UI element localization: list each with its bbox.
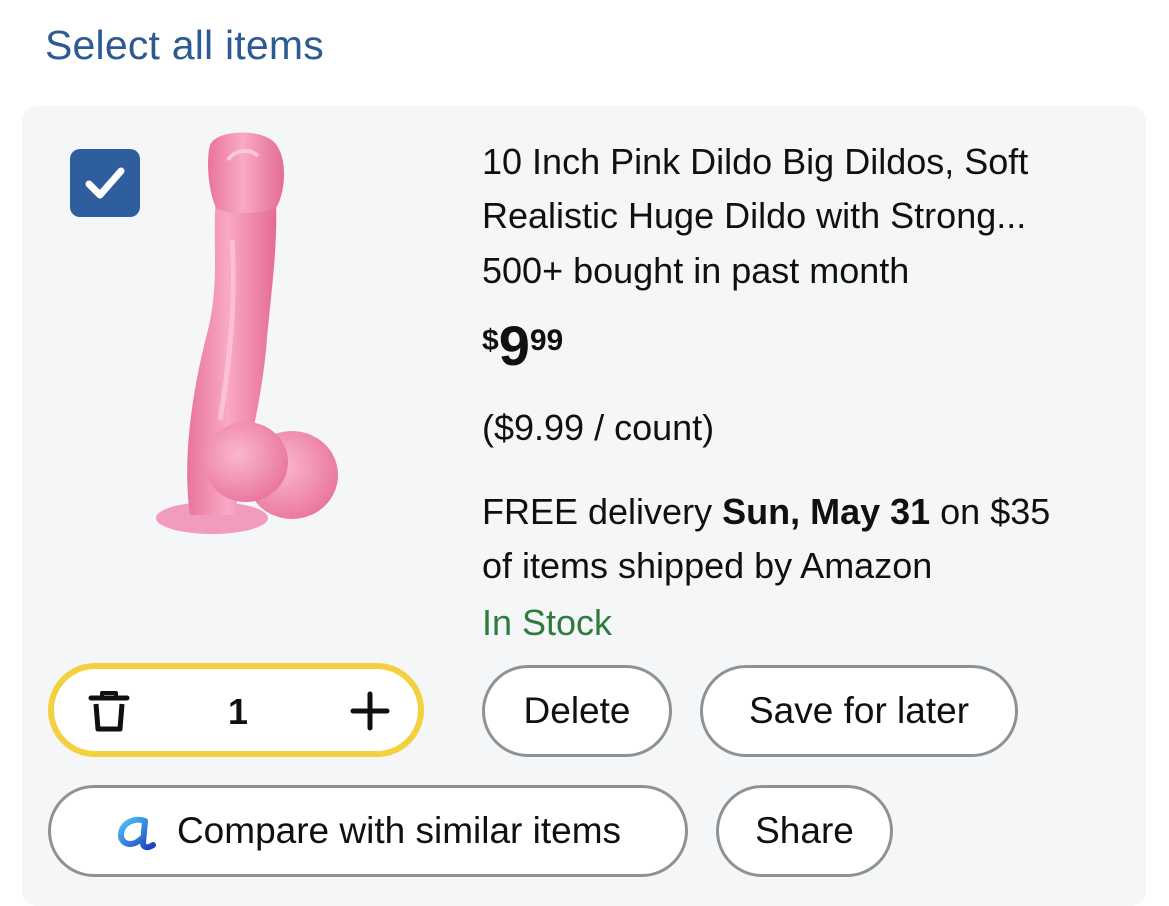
select-all-link[interactable]: Select all items: [45, 22, 324, 69]
delivery-prefix: FREE delivery: [482, 491, 723, 532]
delivery-info: FREE delivery Sun, May 31 on $35 of item…: [482, 485, 1122, 593]
plus-icon: [350, 691, 390, 731]
checkmark-icon: [85, 167, 125, 199]
product-title-line-1: 10 Inch Pink Dildo Big Dildos, Soft: [482, 141, 1029, 182]
delivery-threshold: on $35: [930, 491, 1051, 532]
save-for-later-button[interactable]: Save for later: [700, 665, 1018, 757]
price-fraction: 99: [529, 324, 564, 357]
delivery-date: Sun, May 31: [722, 491, 931, 532]
quantity-increment-button[interactable]: [350, 691, 390, 731]
stock-status: In Stock: [482, 602, 613, 643]
compare-a-icon: [117, 816, 156, 851]
share-button[interactable]: Share: [716, 785, 893, 877]
delete-button[interactable]: Delete: [482, 665, 672, 757]
quantity-stepper: 1: [48, 663, 424, 757]
quantity-decrement-button[interactable]: [88, 689, 130, 733]
delivery-shipping-note: of items shipped by Amazon: [482, 545, 933, 586]
bought-in-past-month: 500+ bought in past month: [482, 250, 910, 291]
unit-price: ($9.99 / count): [482, 407, 715, 448]
quantity-value: 1: [227, 691, 249, 732]
product-title-line-2: Realistic Huge Dildo with Strong...: [482, 195, 1027, 236]
product-price: $999: [482, 318, 563, 374]
trash-icon: [88, 691, 130, 732]
product-title-link[interactable]: 10 Inch Pink Dildo Big Dildos, Soft Real…: [482, 135, 1122, 243]
product-image[interactable]: [150, 120, 365, 545]
compare-label: Compare with similar items: [176, 810, 622, 851]
price-whole: 9: [498, 314, 530, 377]
item-select-checkbox[interactable]: [70, 149, 140, 217]
compare-similar-items-button[interactable]: Compare with similar items: [48, 785, 688, 877]
price-symbol: $: [482, 324, 499, 357]
